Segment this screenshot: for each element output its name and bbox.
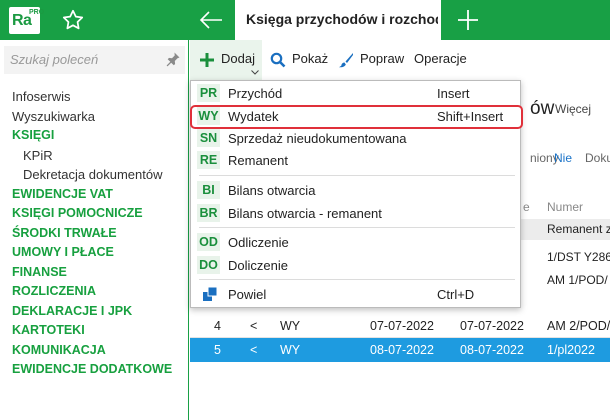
logo-sup: PRO [29,9,45,16]
menu-item-bilans-otwarcia[interactable]: BI Bilans otwarcia [191,179,522,202]
filter-label-next: Doku [585,151,610,165]
menu-item-code: BI [197,181,220,199]
hidden-row-number: AM 1/POD/ [547,273,608,287]
sidebar-section-ewidencje-dodatkowe[interactable]: EWIDENCJE DODATKOWE [12,360,187,380]
menu-item-label: Sprzedaż nieudokumentowana [228,131,407,146]
column-header-numer[interactable]: Numer [547,200,583,214]
sidebar-section-deklaracje-jpk[interactable]: DEKLARACJE I JPK [12,302,187,322]
menu-item-odliczenie[interactable]: OD Odliczenie [191,231,522,254]
menu-item-shortcut: Shift+Insert [437,109,504,124]
menu-item-wydatek[interactable]: WY Wydatek Shift+Insert [190,105,523,129]
menu-item-label: Powiel [228,287,267,302]
cell-date: 07-07-2022 [370,319,434,333]
sidebar-section-finanse[interactable]: FINANSE [12,263,187,283]
menu-item-label: Odliczenie [228,235,289,250]
top-bar: Ra PRO Księga przychodów i rozchodów [0,0,610,40]
menu-separator [199,175,515,176]
menu-item-code: OD [197,233,220,251]
sidebar: Infoserwis Wyszukiwarka KSIĘGI KPiR Dekr… [0,40,189,420]
menu-item-sprzedaz[interactable]: SN Sprzedaż nieudokumentowana [191,127,522,150]
menu-item-code: BR [197,204,220,222]
menu-item-shortcut: Insert [437,86,470,101]
sidebar-item-wyszukiwarka[interactable]: Wyszukiwarka [12,107,187,127]
menu-item-code: PR [197,84,220,102]
star-outline-icon[interactable] [60,7,86,33]
table-row-selected[interactable]: 5 < WY 08-07-2022 08-07-2022 1/pl2022 [190,338,610,362]
cell-lp: 4 [214,319,221,333]
menu-item-przychod[interactable]: PR Przychód Insert [191,82,522,105]
pin-icon[interactable] [165,51,181,67]
menu-item-label: Bilans otwarcia [228,183,316,198]
add-button-label: Dodaj [221,51,255,66]
add-dropdown-menu: PR Przychód Insert WY Wydatek Shift+Inse… [190,80,523,308]
sidebar-item-kpir[interactable]: KPiR [12,146,187,166]
sidebar-section-ksiegi-pomocnicze[interactable]: KSIĘGI POMOCNICZE [12,204,187,224]
brush-icon [339,53,353,68]
menu-item-code: DO [197,256,220,274]
cell-type: WY [280,319,301,333]
cell-direction: < [250,319,258,333]
menu-item-label: Doliczenie [228,258,288,273]
cell-lp: 5 [214,343,221,357]
search-input[interactable] [10,52,160,67]
sidebar-section-srodki-trwale[interactable]: ŚRODKI TRWAŁE [12,224,187,244]
sidebar-section-umowy-place[interactable]: UMOWY I PŁACE [12,243,187,263]
arrow-left-icon[interactable] [198,8,224,32]
menu-item-code: SN [197,129,220,147]
menu-item-code: WY [197,107,220,125]
documents-table: 4 < WY 07-07-2022 07-07-2022 AM 2/POD/ 5… [190,314,610,362]
cell-date: 08-07-2022 [370,343,434,357]
menu-item-bilans-remanent[interactable]: BR Bilans otwarcia - remanent [191,202,522,225]
sidebar-section-ksiegi[interactable]: KSIĘGI [12,126,187,146]
hidden-row-number: 1/DST Y286 [547,250,610,264]
tab-title: Księga przychodów i rozchodów [246,11,438,27]
plus-icon [200,53,214,67]
search-icon [270,52,286,68]
filter-value[interactable]: Nie [554,151,572,165]
menu-item-remanent[interactable]: RE Remanent [191,149,522,172]
plus-icon[interactable] [455,7,481,33]
menu-separator [199,279,515,280]
chevron-down-icon [251,70,259,75]
group-row-text: Remanent z [547,222,610,236]
sidebar-section-rozliczenia[interactable]: ROZLICZENIA [12,282,187,302]
cell-date: 08-07-2022 [460,343,524,357]
cell-direction: < [250,343,258,357]
cell-date: 07-07-2022 [460,319,524,333]
sidebar-item-dekretacja[interactable]: Dekretacja dokumentów [12,165,187,185]
menu-item-powiel[interactable]: Powiel Ctrl+D [191,283,522,306]
menu-item-doliczenie[interactable]: DO Doliczenie [191,254,522,277]
show-button[interactable]: Pokaż [292,51,328,66]
command-search [4,46,185,74]
menu-item-label: Bilans otwarcia - remanent [228,206,382,221]
edit-button[interactable]: Popraw [360,51,404,66]
sidebar-section-ewidencje-vat[interactable]: EWIDENCJE VAT [12,185,187,205]
menu-item-label: Wydatek [228,109,279,124]
add-button[interactable]: Dodaj [190,40,262,80]
copy-icon [203,286,218,301]
app-logo[interactable]: Ra PRO [9,7,44,34]
menu-separator [199,227,515,228]
menu-item-label: Przychód [228,86,283,101]
sidebar-item-infoserwis[interactable]: Infoserwis [12,87,187,107]
toolbar: Dodaj Pokaż Popraw Operacje [190,40,610,80]
sidebar-section-kartoteki[interactable]: KARTOTEKI [12,321,187,341]
table-row[interactable]: 4 < WY 07-07-2022 07-07-2022 AM 2/POD/ [190,314,610,338]
column-header[interactable]: e [523,200,530,214]
menu-item-shortcut: Ctrl+D [437,287,475,302]
cell-number: AM 2/POD/ [547,319,610,333]
page-heading: ów [530,98,555,119]
nav-list: Infoserwis Wyszukiwarka KSIĘGI KPiR Dekr… [12,87,187,380]
tab-ksiega[interactable]: Księga przychodów i rozchodów [235,0,441,40]
menu-item-label: Remanent [228,153,288,168]
more-link[interactable]: Więcej [555,102,591,116]
menu-item-code: RE [197,151,220,169]
cell-number: 1/pl2022 [547,343,595,357]
operations-menu[interactable]: Operacje [414,51,467,66]
cell-type: WY [280,343,301,357]
sidebar-section-komunikacja[interactable]: KOMUNIKACJA [12,341,187,361]
